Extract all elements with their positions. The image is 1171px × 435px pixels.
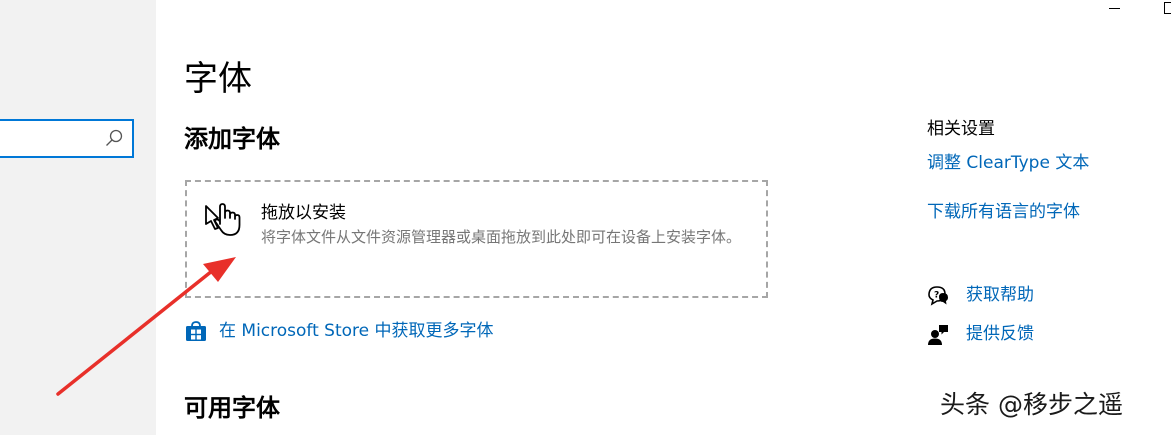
store-link-label: 在 Microsoft Store 中获取更多字体: [219, 321, 494, 341]
svg-text:?: ?: [934, 291, 939, 301]
chat-help-icon: ?: [928, 286, 948, 306]
watermark-text: 头条 @移步之遥: [940, 390, 1123, 419]
search-input[interactable]: [0, 119, 134, 158]
drop-zone-title: 拖放以安装: [261, 203, 346, 223]
feedback-link[interactable]: 提供反馈: [927, 321, 1034, 347]
related-settings-heading: 相关设置: [927, 119, 995, 139]
microsoft-store-link[interactable]: 在 Microsoft Store 中获取更多字体: [185, 318, 494, 344]
feedback-label: 提供反馈: [966, 324, 1034, 344]
available-fonts-heading: 可用字体: [184, 394, 280, 422]
drop-zone-description: 将字体文件从文件资源管理器或桌面拖放到此处即可在设备上安装字体。: [261, 228, 742, 246]
drag-hand-icon: [205, 203, 241, 236]
maximize-button[interactable]: [1160, 0, 1171, 20]
download-fonts-link[interactable]: 下载所有语言的字体: [927, 199, 1080, 225]
get-help-label: 获取帮助: [966, 285, 1034, 305]
font-drop-zone[interactable]: 拖放以安装 将字体文件从文件资源管理器或桌面拖放到此处即可在设备上安装字体。: [185, 180, 768, 298]
feedback-person-icon: [928, 325, 948, 345]
add-fonts-heading: 添加字体: [184, 125, 280, 153]
sidebar: [0, 0, 156, 435]
store-bag-icon: [186, 321, 206, 341]
page-title: 字体: [184, 59, 252, 99]
search-icon[interactable]: [105, 129, 123, 147]
get-help-link[interactable]: ? 获取帮助: [927, 282, 1034, 308]
minimize-button[interactable]: [1103, 0, 1127, 20]
cleartype-link[interactable]: 调整 ClearType 文本: [927, 150, 1089, 176]
